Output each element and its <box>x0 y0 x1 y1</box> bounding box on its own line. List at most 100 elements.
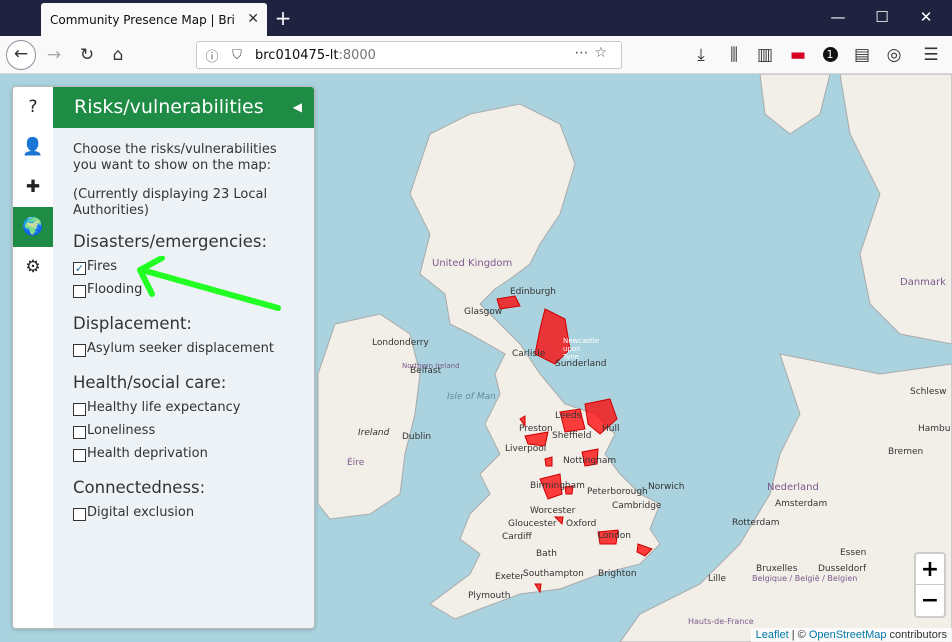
map-label-exeter: Exeter <box>495 572 525 582</box>
home-icon[interactable]: ⌂ <box>104 42 132 68</box>
attribution-separator: | © <box>788 629 809 641</box>
scandinavia-land <box>839 74 952 345</box>
browser-tab[interactable]: Community Presence Map | British ✕ <box>41 3 267 36</box>
norway-land <box>759 74 831 135</box>
sidebar-icon[interactable]: ▥ <box>751 42 779 68</box>
downloads-icon[interactable]: ⤓ <box>687 42 715 68</box>
map-label-southampton: Southampton <box>523 569 584 579</box>
gear-icon[interactable]: ⚙ <box>13 247 53 287</box>
help-icon[interactable]: ? <box>13 87 53 127</box>
map-label-cardiff: Cardiff <box>502 532 532 542</box>
map-label-schleswig: Schlesw <box>910 387 947 397</box>
close-window-button[interactable]: ✕ <box>916 8 936 26</box>
map-label-norwich: Norwich <box>648 482 685 492</box>
section-title: Health/social care: <box>73 373 227 392</box>
risk-checkbox-row[interactable]: Loneliness <box>73 419 314 442</box>
pane-header: Risks/vulnerabilities ◀ <box>53 87 314 128</box>
minimize-button[interactable]: — <box>828 8 848 26</box>
sidebar-tabs: ? 👤 ✚ 🌍 ⚙ <box>13 87 53 628</box>
risk-checkbox-row[interactable]: Asylum seeker displacement <box>73 337 314 360</box>
map-label-cambridge: Cambridge <box>612 501 662 511</box>
checkbox[interactable] <box>73 284 86 298</box>
extension-badge-icon[interactable]: 1 <box>816 42 844 68</box>
shield-icon[interactable]: ⛉ <box>227 48 247 63</box>
zoom-in-button[interactable]: + <box>916 554 944 585</box>
back-arrow-icon[interactable]: ← <box>6 40 36 70</box>
risk-checkbox-row[interactable]: Digital exclusion <box>73 501 314 524</box>
checkbox[interactable] <box>73 448 86 462</box>
maximize-button[interactable]: ☐ <box>872 8 892 26</box>
library-icon[interactable]: ⫼ <box>720 42 748 68</box>
map-label-sheffield: Sheffield <box>552 431 592 441</box>
url-port: :8000 <box>338 47 376 63</box>
map-label-belgique: Belgique / België / Belgien <box>752 574 858 583</box>
browser-titlebar: Community Presence Map | British ✕ + — ☐… <box>0 0 952 36</box>
new-tab-button[interactable]: + <box>273 6 293 30</box>
checkbox[interactable] <box>73 402 86 416</box>
url-host: brc010475-lt <box>255 47 339 63</box>
zoom-out-button[interactable]: − <box>916 585 944 616</box>
url-bar[interactable]: ⓘ ⛉ brc010475-lt:8000 ⋯☆ <box>196 41 622 69</box>
risk-checkbox-row[interactable]: Health deprivation <box>73 442 314 465</box>
browser-navbar: ← → ↻ ⌂ ⓘ ⛉ brc010475-lt:8000 ⋯☆ ⤓ ⫼ ▥ ▬… <box>0 36 952 74</box>
checkbox-label[interactable]: Loneliness <box>87 423 155 439</box>
checkbox-label[interactable]: Digital exclusion <box>87 505 194 521</box>
map-label-eire: Éire <box>347 458 365 468</box>
map-label-worcester: Worcester <box>530 506 576 516</box>
account-icon[interactable]: ◎ <box>880 42 908 68</box>
map-label-edinburgh: Edinburgh <box>510 287 556 297</box>
extension-icon[interactable]: ▬ <box>784 42 812 68</box>
map-label-northern-ireland: Northern Ireland <box>402 362 460 370</box>
map-label-oxford: Oxford <box>566 519 597 529</box>
sidebar: ? 👤 ✚ 🌍 ⚙ Risks/vulnerabilities ◀ Choose… <box>12 86 315 629</box>
checkbox[interactable] <box>73 425 86 439</box>
map-label-hamburg: Hambu <box>918 424 951 434</box>
map-label-peterborough: Peterborough <box>587 487 648 497</box>
checkbox-checked[interactable]: ✓ <box>73 261 86 275</box>
leaflet-link[interactable]: Leaflet <box>756 629 789 641</box>
attribution-contributors: contributors <box>886 629 947 641</box>
section-title: Disasters/emergencies: <box>73 232 268 251</box>
checkbox-label[interactable]: Asylum seeker displacement <box>87 341 274 357</box>
map-label-londonderry: Londonderry <box>372 338 429 348</box>
map-attribution: Leaflet | © OpenStreetMap contributors <box>750 628 952 642</box>
globe-icon[interactable]: 🌍 <box>13 207 53 247</box>
info-icon[interactable]: ⓘ <box>202 46 222 65</box>
checkbox-label[interactable]: Fires <box>87 259 117 275</box>
osm-link[interactable]: OpenStreetMap <box>809 629 887 641</box>
risk-area-staffs <box>544 456 553 467</box>
user-icon[interactable]: 👤 <box>13 127 53 167</box>
map-label-newcastle: Newcastle upon Tyne <box>563 337 600 361</box>
map-label-duesseldorf: Dusseldorf <box>818 564 867 574</box>
map-label-preston: Preston <box>519 424 553 434</box>
map-label-uk: United Kingdom <box>432 258 513 269</box>
map-label-sunderland: Sunderland <box>555 359 607 369</box>
map-label-rotterdam: Rotterdam <box>732 518 780 528</box>
map-label-carlisle: Carlisle <box>512 349 546 359</box>
map-label-leeds: Leeds <box>555 411 582 421</box>
map-label-gloucester: Gloucester <box>508 519 557 529</box>
map-label-nederland: Nederland <box>767 482 819 493</box>
map-label-danmark: Danmark <box>900 277 946 288</box>
risk-checkbox-row[interactable]: Healthy life expectancy <box>73 396 314 419</box>
checkbox-label[interactable]: Health deprivation <box>87 446 208 462</box>
tab-close-icon[interactable]: ✕ <box>247 11 259 27</box>
checkbox[interactable] <box>73 507 86 521</box>
reload-icon[interactable]: ↻ <box>73 42 101 68</box>
map-label-bath: Bath <box>536 549 557 559</box>
map-label-liverpool: Liverpool <box>505 444 547 454</box>
map-label-nottingham: Nottingham <box>563 456 617 466</box>
menu-icon[interactable]: ☰ <box>917 42 945 68</box>
map-label-lille: Lille <box>708 574 727 584</box>
map-label-amsterdam: Amsterdam <box>775 499 828 509</box>
page-actions-icon[interactable]: ⋯☆ <box>574 45 613 61</box>
annotation-arrow <box>137 256 281 311</box>
checkbox[interactable] <box>73 343 86 357</box>
reader-icon[interactable]: ▤ <box>848 42 876 68</box>
collapse-pane-icon[interactable]: ◀ <box>293 87 302 128</box>
forward-arrow-icon[interactable]: → <box>40 42 68 68</box>
map-label-essen: Essen <box>840 548 867 558</box>
checkbox-label[interactable]: Healthy life expectancy <box>87 400 240 416</box>
first-aid-icon[interactable]: ✚ <box>13 167 53 207</box>
risks-pane: Risks/vulnerabilities ◀ Choose the risks… <box>53 87 314 628</box>
